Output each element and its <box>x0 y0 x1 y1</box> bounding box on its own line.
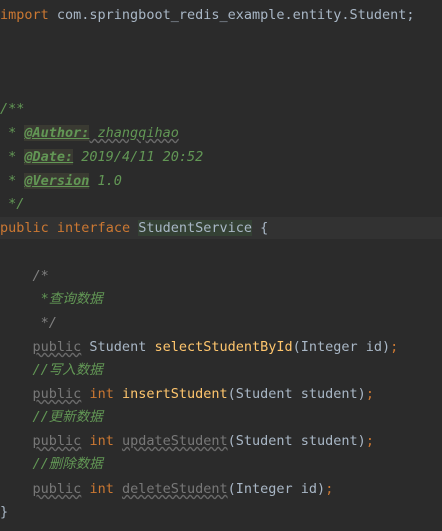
interface-declaration-line: public interface StudentService { <box>0 217 442 239</box>
author-tag: @Author: <box>24 125 90 141</box>
import-keyword: import <box>0 7 49 23</box>
semicolon: ; <box>325 481 334 497</box>
semicolon: ; <box>365 433 374 449</box>
public-keyword: public <box>0 220 49 236</box>
method-insert-line: public int insertStudent(Student student… <box>0 383 442 405</box>
version-value: 1.0 <box>89 173 122 189</box>
comment-insert-line: //写入数据 <box>0 359 442 381</box>
comment-delete-line: //删除数据 <box>0 453 442 475</box>
comment-open: /* <box>32 268 49 284</box>
method-name: deleteStudent <box>121 481 228 497</box>
close-brace-line: } <box>0 501 442 523</box>
method-name: insertStudent <box>121 386 228 402</box>
method-update-line: public int updateStudent(Student student… <box>0 430 442 452</box>
comment-delete: //删除数据 <box>32 456 103 472</box>
javadoc-version-line: * @Version 1.0 <box>0 173 122 189</box>
javadoc-author-line: * @Author: zhangqihao <box>0 125 179 141</box>
public-keyword: public <box>32 433 82 449</box>
javadoc-date-line: * @Date: 2019/4/11 20:52 <box>0 149 204 165</box>
close-brace: } <box>0 504 9 520</box>
import-line: import com.springboot_redis_example.enti… <box>0 4 442 26</box>
interface-keyword: interface <box>56 220 131 236</box>
date-value: 2019/4/11 20:52 <box>73 149 204 165</box>
javadoc-open: /** <box>0 101 25 117</box>
open-brace: { <box>252 220 269 236</box>
int-keyword: int <box>89 481 114 497</box>
comment-update: //更新数据 <box>32 409 103 425</box>
comment-query-line: *查询数据 <box>0 288 442 310</box>
javadoc-close: */ <box>0 196 25 212</box>
public-keyword: public <box>32 481 82 497</box>
method-delete-line: public int deleteStudent(Integer id); <box>0 478 442 500</box>
version-tag: @Version <box>24 173 90 189</box>
method-params: (Integer id) <box>292 339 391 355</box>
import-path: com.springboot_redis_example.entity.Stud… <box>48 7 415 23</box>
code-editor[interactable]: import com.springboot_redis_example.enti… <box>0 0 442 531</box>
interface-name: StudentService <box>138 220 253 236</box>
javadoc-close-line: */ <box>0 193 442 215</box>
return-type: Student <box>81 339 155 355</box>
int-keyword: int <box>89 386 114 402</box>
public-keyword: public <box>32 386 82 402</box>
comment-insert: //写入数据 <box>32 362 103 378</box>
method-params: (Student student) <box>227 386 366 402</box>
comment-query: *查询数据 <box>32 291 103 307</box>
author-value: zhangqihao <box>89 125 179 141</box>
method-select-line: public Student selectStudentById(Integer… <box>0 336 442 358</box>
comment-update-line: //更新数据 <box>0 406 442 428</box>
int-keyword: int <box>89 433 114 449</box>
semicolon: ; <box>390 339 399 355</box>
comment-close: */ <box>32 315 57 331</box>
javadoc-open-line: /** <box>0 98 442 120</box>
public-keyword: public <box>32 339 82 355</box>
method-name: selectStudentById <box>154 339 293 355</box>
comment-close-line: */ <box>0 312 442 334</box>
date-tag: @Date: <box>24 149 74 165</box>
comment-open-line: /* <box>0 265 442 287</box>
method-params: (Student student) <box>227 433 366 449</box>
semicolon: ; <box>365 386 374 402</box>
method-name: updateStudent <box>121 433 228 449</box>
method-params: (Integer id) <box>227 481 326 497</box>
